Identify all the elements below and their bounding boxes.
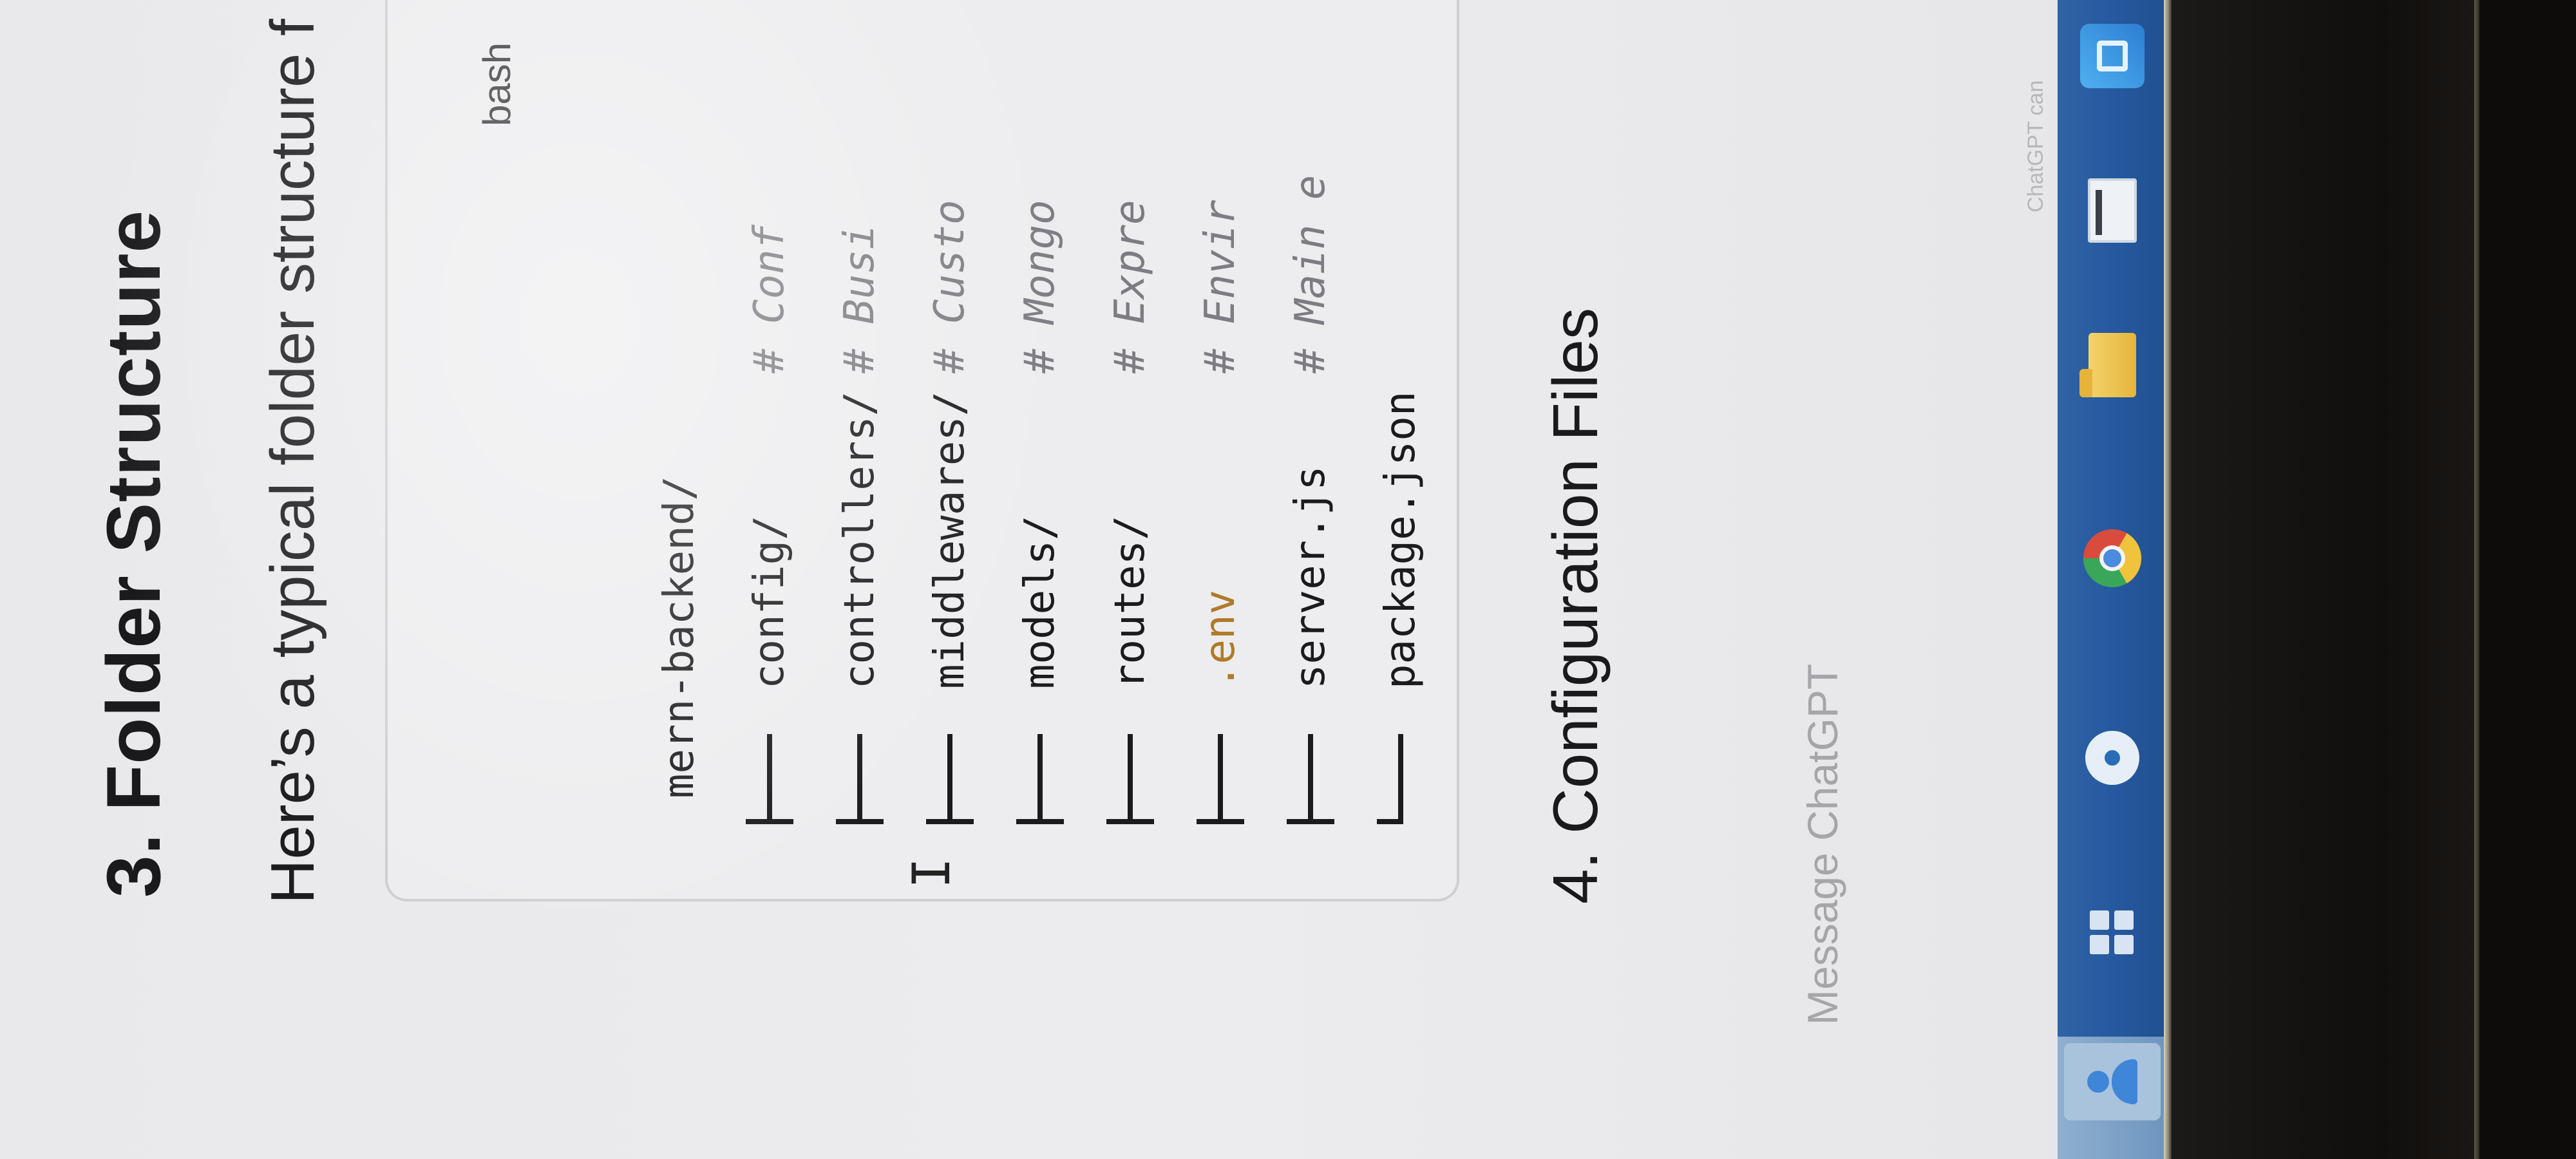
code-comment: # Custo bbox=[926, 200, 974, 373]
text-cursor-icon: I bbox=[902, 857, 961, 889]
tree-branch-icon bbox=[1282, 715, 1340, 837]
folder-name: middlewares/ bbox=[926, 391, 974, 689]
edge-browser-icon[interactable] bbox=[2072, 717, 2153, 798]
code-comment: # Main e bbox=[1287, 174, 1334, 373]
folder-name: routes/ bbox=[1106, 515, 1154, 689]
code-line-controllers: controllers/ bbox=[831, 391, 889, 837]
tree-branch-icon bbox=[741, 715, 799, 837]
chrome-icon[interactable] bbox=[2072, 518, 2153, 599]
task-view-icon[interactable] bbox=[2072, 891, 2153, 972]
folder-name: models/ bbox=[1016, 515, 1064, 689]
code-comment: # Conf bbox=[746, 224, 793, 373]
tree-branch-icon bbox=[1191, 715, 1249, 837]
code-line-root: mern-backend/ bbox=[650, 476, 708, 798]
code-comment: # Mongo bbox=[1016, 200, 1064, 373]
bezel-edge bbox=[2474, 0, 2479, 1159]
tree-branch-icon bbox=[921, 715, 979, 837]
file-name: server.js bbox=[1287, 466, 1334, 689]
background-surface bbox=[2479, 0, 2576, 1159]
code-comment: # Expre bbox=[1106, 200, 1154, 373]
file-name: .env bbox=[1197, 589, 1244, 689]
user-icon[interactable] bbox=[2064, 1043, 2161, 1120]
monitor-screen: 3. Folder Structure Here’s a typical fol… bbox=[0, 0, 2164, 1159]
disclaimer-text: ChatGPT can bbox=[2023, 80, 2048, 212]
code-comment: # Busi bbox=[836, 224, 884, 373]
taskbar-pinned-area bbox=[2058, 1037, 2164, 1159]
code-line-models: models/ bbox=[1011, 515, 1069, 837]
section-heading-folder-structure: 3. Folder Structure bbox=[91, 209, 176, 898]
blue-app-icon[interactable] bbox=[2072, 15, 2153, 97]
code-comment: # Envir bbox=[1197, 200, 1244, 373]
section-heading-configuration-files: 4. Configuration Files bbox=[1540, 307, 1611, 904]
folder-name: controllers/ bbox=[836, 391, 884, 689]
code-line-config: config/ bbox=[741, 515, 799, 837]
photo-canvas: 3. Folder Structure Here’s a typical fol… bbox=[0, 0, 2576, 1159]
window-app-icon[interactable] bbox=[2072, 170, 2153, 251]
tree-branch-icon bbox=[831, 715, 889, 837]
folder-name: mern-backend/ bbox=[656, 476, 703, 798]
monitor-bezel bbox=[2172, 0, 2474, 1159]
file-explorer-icon[interactable] bbox=[2072, 325, 2153, 406]
intro-paragraph: Here’s a typical folder structure f bbox=[258, 19, 327, 904]
file-name: package.json bbox=[1377, 391, 1425, 689]
code-line-routes: routes/ bbox=[1101, 515, 1159, 837]
tree-end-branch-icon bbox=[1372, 715, 1430, 837]
code-line-env: .env bbox=[1191, 590, 1249, 837]
code-line-middlewares: middlewares/ bbox=[921, 391, 979, 837]
code-line-package: package.json bbox=[1372, 391, 1430, 837]
screen-edge bbox=[2164, 0, 2172, 1159]
tree-branch-icon bbox=[1011, 715, 1069, 837]
code-language-label: bash bbox=[475, 42, 518, 126]
folder-name: config/ bbox=[746, 515, 793, 689]
tree-branch-icon bbox=[1101, 715, 1159, 837]
taskbar bbox=[2058, 0, 2164, 1159]
code-line-server: server.js bbox=[1282, 466, 1340, 837]
message-input[interactable] bbox=[1629, 59, 2016, 1025]
